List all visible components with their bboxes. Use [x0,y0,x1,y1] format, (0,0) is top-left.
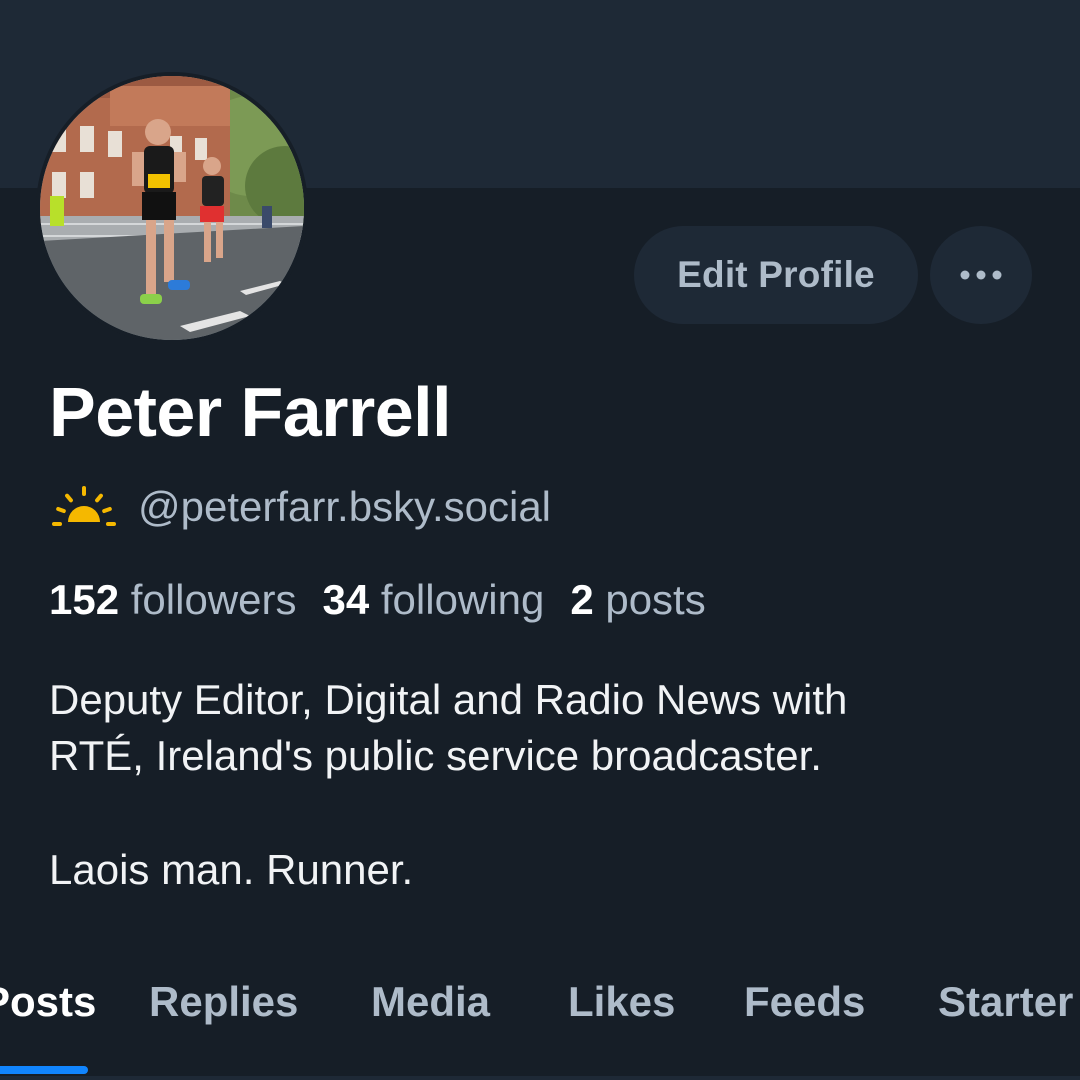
edit-profile-button[interactable]: Edit Profile [634,226,918,324]
profile-page: Edit Profile Peter Farrell @peterfarr.bs… [0,0,1080,1080]
tab-likes[interactable]: Likes [568,978,675,1038]
active-tab-indicator [0,1066,88,1074]
edit-profile-label: Edit Profile [677,254,875,295]
tab-replies[interactable]: Replies [149,978,298,1038]
tab-media[interactable]: Media [371,978,490,1038]
followers-label: followers [130,576,297,623]
following-count: 34 [322,576,370,623]
tab-posts[interactable]: Posts [0,978,96,1038]
tabs-divider [0,1076,1080,1080]
more-options-button[interactable] [930,226,1032,324]
posts-count: 2 [570,576,594,623]
bio-line: Deputy Editor, Digital and Radio News wi… [49,676,848,723]
display-name: Peter Farrell [49,373,452,451]
profile-stats: 152 followers 34 following 2 posts [49,576,706,624]
followers-count: 152 [49,576,120,623]
tab-feeds[interactable]: Feeds [744,978,865,1038]
handle-row: @peterfarr.bsky.social [50,482,551,532]
following-label: following [380,576,545,623]
tab-starter-packs[interactable]: Starter Packs [938,978,1080,1038]
avatar[interactable] [36,72,308,344]
handle: @peterfarr.bsky.social [138,483,552,530]
posts-label: posts [605,576,706,623]
sunrise-icon [52,486,116,526]
profile-bio: Deputy Editor, Digital and Radio News wi… [49,672,1049,898]
profile-tabs: Posts Replies Media Likes Feeds Starter … [0,978,1080,1080]
avatar-image [40,76,304,340]
more-horizontal-icon [960,270,1002,280]
posts-stat: 2 posts [570,576,705,623]
bio-line: Laois man. Runner. [49,846,414,893]
following-link[interactable]: 34 following [322,576,544,623]
followers-link[interactable]: 152 followers [49,576,296,623]
bio-line: RTÉ, Ireland's public service broadcaste… [49,732,822,779]
